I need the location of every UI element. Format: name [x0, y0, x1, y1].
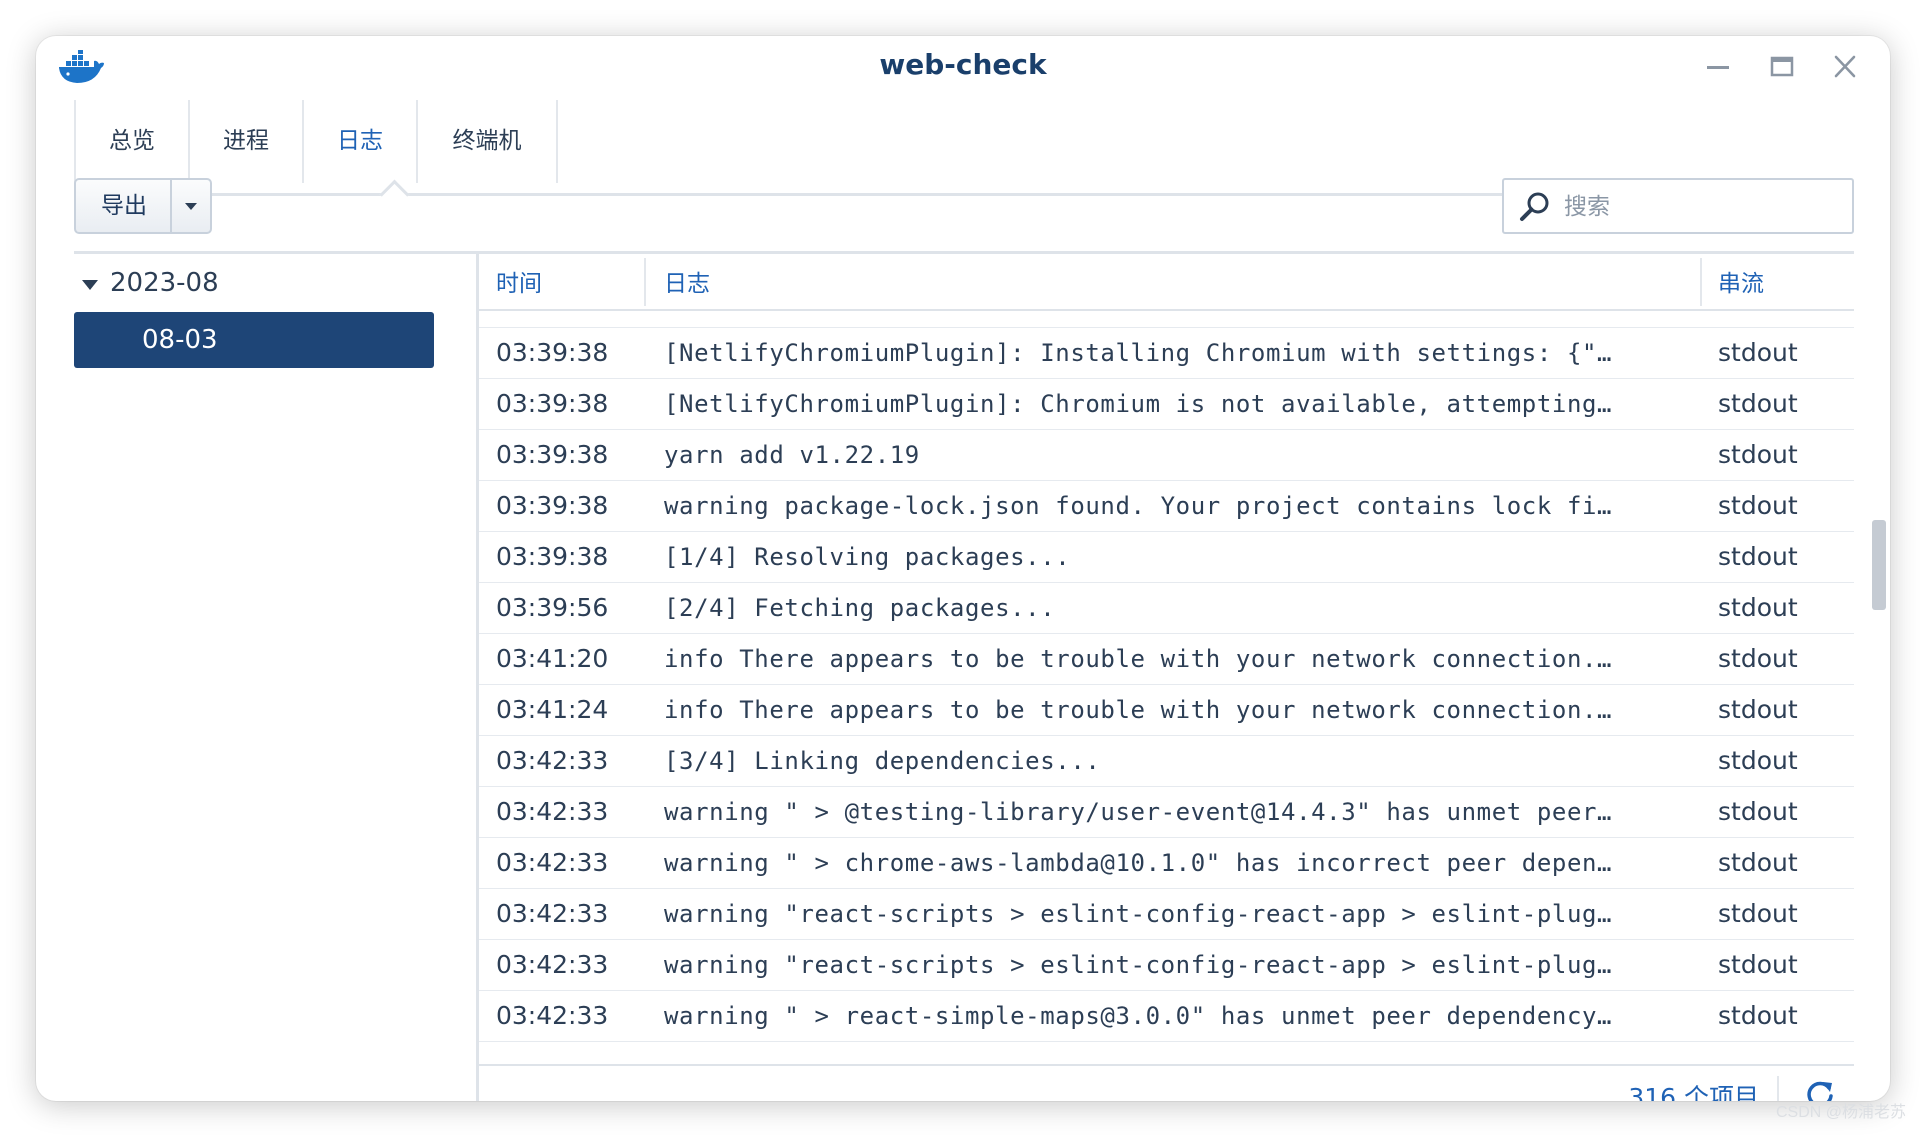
cell-time: 03:39:38: [496, 338, 609, 367]
cell-time: 03:39:38: [496, 440, 609, 469]
cell-stream: stdout: [1718, 338, 1798, 367]
title-bar[interactable]: web-check: [36, 36, 1890, 96]
cell-time: 03:39:38: [496, 389, 609, 418]
tab-logs[interactable]: 日志: [302, 100, 416, 183]
tree-group-2023-08[interactable]: 2023-08: [74, 266, 474, 306]
tab-terminal[interactable]: 终端机: [416, 100, 558, 183]
cell-stream: stdout: [1718, 695, 1798, 724]
log-table: 03:39:38 stdout 03:39:38 [NetlifyChromiu…: [479, 254, 1854, 1066]
cell-log: [NetlifyChromiumPlugin]: Installing Chro…: [664, 339, 1613, 367]
cell-stream: stdout: [1718, 950, 1798, 979]
tab-overview[interactable]: 总览: [74, 100, 188, 183]
export-dropdown-button[interactable]: [170, 178, 212, 234]
cell-stream: stdout: [1718, 389, 1798, 418]
export-button[interactable]: 导出: [74, 178, 172, 234]
column-header-log[interactable]: 日志: [664, 254, 710, 309]
tree-item-08-03[interactable]: 08-03: [74, 312, 434, 368]
table-row[interactable]: 03:42:33 warning " > @testing-library/us…: [479, 787, 1854, 838]
cell-log: warning "react-scripts > eslint-config-r…: [664, 900, 1613, 928]
cell-log: warning " > chrome-aws-lambda@10.1.0" ha…: [664, 849, 1613, 877]
cell-time: 03:41:24: [496, 695, 609, 724]
table-row[interactable]: 03:39:38 [NetlifyChromiumPlugin]: Instal…: [479, 328, 1854, 379]
table-row[interactable]: 03:39:38 [1/4] Resolving packages... std…: [479, 532, 1854, 583]
search-input[interactable]: [1562, 180, 1836, 234]
cell-time: 03:39:38: [496, 491, 609, 520]
table-footer: 316 个项目: [479, 1064, 1854, 1101]
cell-stream: stdout: [1718, 848, 1798, 877]
column-resizer[interactable]: [1700, 258, 1702, 306]
table-row[interactable]: 03:42:33 warning "react-scripts > eslint…: [479, 940, 1854, 991]
cell-log: info There appears to be trouble with yo…: [664, 696, 1613, 724]
search-icon: [1520, 192, 1549, 221]
cell-log: [NetlifyChromiumPlugin]: Chromium is not…: [664, 390, 1613, 418]
tab-processes[interactable]: 进程: [188, 100, 302, 183]
column-header-time[interactable]: 时间: [496, 254, 542, 309]
cell-stream: stdout: [1718, 899, 1798, 928]
column-header-stream[interactable]: 串流: [1718, 254, 1764, 309]
cell-time: 03:39:38: [496, 542, 609, 571]
window-title: web-check: [879, 48, 1047, 81]
cell-stream: stdout: [1718, 440, 1798, 469]
date-tree: 2023-08 08-03: [74, 254, 474, 1101]
tree-item-label: 08-03: [142, 325, 218, 355]
triangle-down-icon[interactable]: [82, 280, 98, 290]
watermark: CSDN @杨浦老苏: [1775, 1104, 1906, 1121]
table-row[interactable]: 03:41:24 info There appears to be troubl…: [479, 685, 1854, 736]
cell-log: [3/4] Linking dependencies...: [664, 747, 1101, 775]
cell-log: [2/4] Fetching packages...: [664, 594, 1056, 622]
table-row[interactable]: 03:39:56 [2/4] Fetching packages... stdo…: [479, 583, 1854, 634]
tree-group-label: 2023-08: [110, 268, 219, 298]
table-row[interactable]: 03:39:38 warning package-lock.json found…: [479, 481, 1854, 532]
cell-log: yarn add v1.22.19: [664, 441, 920, 469]
cell-stream: stdout: [1718, 644, 1798, 673]
log-table-header: 时间 日志 串流: [479, 254, 1854, 311]
app-window: web-check 总览 进程 日志 终端机 导出 2023-08: [36, 36, 1890, 1101]
cell-stream: stdout: [1718, 1001, 1798, 1030]
item-count: 316 个项目: [1628, 1083, 1759, 1101]
table-row[interactable]: 03:42:33 [3/4] Linking dependencies... s…: [479, 736, 1854, 787]
maximize-icon[interactable]: [1765, 52, 1799, 82]
cell-stream: stdout: [1718, 593, 1798, 622]
search-box: [1502, 178, 1854, 234]
table-row[interactable]: 03:42:33 warning " > chrome-aws-lambda@1…: [479, 838, 1854, 889]
table-row[interactable]: 03:41:20 info There appears to be troubl…: [479, 634, 1854, 685]
tab-bar: 总览 进程 日志 终端机: [74, 100, 1854, 186]
table-row[interactable]: 03:42:33 warning " > react-simple-maps@3…: [479, 991, 1854, 1042]
cell-log: warning "react-scripts > eslint-config-r…: [664, 951, 1613, 979]
cell-time: 03:42:33: [496, 848, 609, 877]
cell-time: 03:42:33: [496, 950, 609, 979]
cell-time: 03:39:56: [496, 593, 609, 622]
cell-stream: stdout: [1718, 542, 1798, 571]
cell-time: 03:42:33: [496, 1001, 609, 1030]
cell-log: info There appears to be trouble with yo…: [664, 645, 1613, 673]
table-scrollbar[interactable]: [1872, 520, 1886, 610]
cell-time: 03:41:20: [496, 644, 609, 673]
cell-log: warning " > react-simple-maps@3.0.0" has…: [664, 1002, 1613, 1030]
minimize-icon[interactable]: [1701, 52, 1735, 82]
cell-log: warning package-lock.json found. Your pr…: [664, 492, 1613, 520]
cell-time: 03:42:33: [496, 746, 609, 775]
cell-stream: stdout: [1718, 797, 1798, 826]
cell-time: 03:42:33: [496, 899, 609, 928]
table-row[interactable]: 03:39:38 [NetlifyChromiumPlugin]: Chromi…: [479, 379, 1854, 430]
table-row[interactable]: 03:39:38 yarn add v1.22.19 stdout: [479, 430, 1854, 481]
cell-stream: stdout: [1718, 491, 1798, 520]
cell-stream: stdout: [1718, 746, 1798, 775]
cell-time: 03:42:33: [496, 797, 609, 826]
close-icon[interactable]: [1828, 52, 1862, 82]
cell-log: [1/4] Resolving packages...: [664, 543, 1071, 571]
column-resizer[interactable]: [644, 258, 646, 306]
cell-log: warning " > @testing-library/user-event@…: [664, 798, 1613, 826]
log-table-body: 03:39:38 stdout 03:39:38 [NetlifyChromiu…: [479, 287, 1854, 1042]
table-row[interactable]: 03:42:33 warning "react-scripts > eslint…: [479, 889, 1854, 940]
